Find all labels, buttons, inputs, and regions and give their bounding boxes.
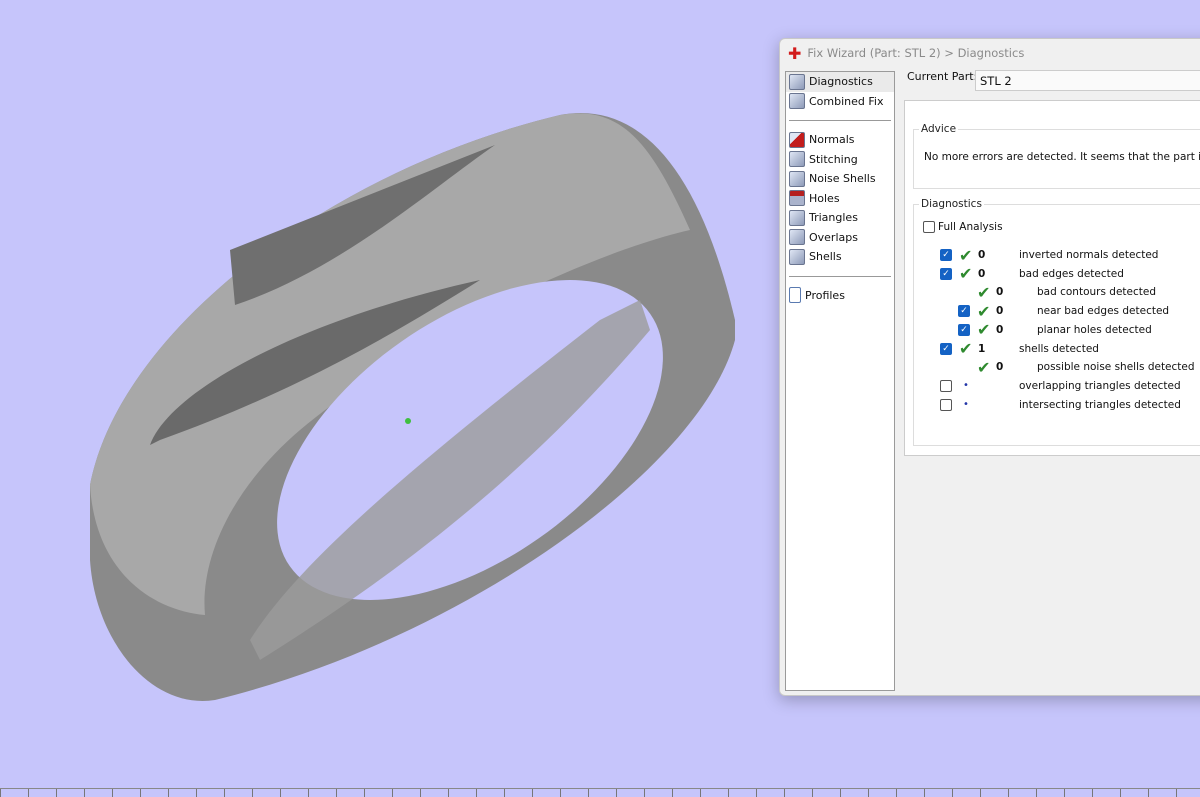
diagnostic-checkbox[interactable] [940,398,952,411]
normals-icon [789,131,805,148]
diagnostic-label: bad edges detected [1019,267,1124,280]
ring-model [90,113,735,701]
diagnostic-row: ✓ ✔ 0 inverted normals detected [914,245,1200,265]
nav-item-shells[interactable]: Shells [786,247,894,267]
advice-legend: Advice [921,123,957,135]
nav-item-diagnostics[interactable]: Diagnostics [786,72,894,92]
nav-item-overlaps[interactable]: Overlaps [786,228,894,248]
nav-item-holes[interactable]: Holes [786,189,894,209]
nav-label: Normals [809,133,855,147]
diagnostic-checkbox[interactable]: ✓ [958,305,970,318]
current-part-label: Current Part: [907,70,978,83]
wizard-nav: Diagnostics Combined Fix Normals Stitchi… [785,71,895,691]
diagnostic-label: planar holes detected [1037,323,1152,336]
holes-icon [789,190,805,207]
diagnostic-label: overlapping triangles detected [1019,379,1181,392]
fix-wizard-window: ✚ Fix Wizard (Part: STL 2) > Diagnostics… [779,38,1200,696]
stitching-icon [789,151,805,168]
diagnostics-legend: Diagnostics [921,198,982,210]
diagnostic-checkbox[interactable] [940,379,952,392]
diagnostic-label: bad contours detected [1037,286,1156,299]
nav-item-profiles[interactable]: Profiles [786,286,894,306]
magnifier-icon [789,73,805,90]
diagnostic-row: ✓ ✔ 1 shells detected [914,339,1200,358]
divider [789,120,891,121]
advice-group: Advice No more errors are detected. It s… [913,123,1200,189]
window-title: Fix Wizard (Part: STL 2) > Diagnostics [807,46,1025,60]
checkbox[interactable] [923,221,935,233]
diagnostic-count: 0 [996,286,1004,299]
diagnostic-row: ✓ ✔ 0 bad edges detected [914,264,1200,284]
diagnostic-label: near bad edges detected [1037,305,1170,318]
diagnostic-row: ✔ 0 bad contours detected [914,282,1200,302]
diagnostic-label: possible noise shells detected [1037,361,1195,374]
nav-label: Overlaps [809,230,858,244]
pending-dot-icon: • [963,380,969,392]
nav-label: Diagnostics [809,75,873,89]
nav-label: Profiles [805,288,845,302]
diagnostic-count: 0 [996,305,1004,318]
document-icon [789,287,801,304]
nav-item-combined-fix[interactable]: Combined Fix [786,92,894,112]
diagnostic-count: 0 [978,267,986,280]
diagnostic-count: 0 [978,249,986,261]
triangles-icon [789,209,805,226]
diagnostics-group: Diagnostics Full Analysis ✓ ✔ 0 inverted no… [913,198,1200,446]
diagnostic-checkbox[interactable]: ✓ [940,342,952,355]
nav-item-stitching[interactable]: Stitching [786,150,894,170]
noise-shells-icon [789,170,805,187]
green-check-icon: ✔ [977,301,991,321]
nav-label: Stitching [809,152,858,166]
current-part-field[interactable]: STL 2 [975,70,1200,91]
green-check-icon: ✔ [977,282,991,302]
nav-label: Combined Fix [809,94,884,108]
diagnostic-count: 1 [978,342,986,355]
diagnostic-count: 0 [996,361,1004,374]
green-check-icon: ✔ [977,357,991,377]
nav-label: Triangles [809,211,858,225]
nav-item-triangles[interactable]: Triangles [786,208,894,228]
shells-icon [789,248,805,265]
diagnostic-label: inverted normals detected [1019,249,1159,261]
diagnostic-checkbox[interactable]: ✓ [940,249,952,261]
ruler [0,788,1200,797]
diagnostic-count: 0 [996,323,1004,336]
divider [789,275,891,277]
pending-dot-icon: • [963,399,969,411]
diagnostic-row: ✔ 0 possible noise shells detected [914,357,1200,377]
green-check-icon: ✔ [959,245,973,265]
diagnostic-label: shells detected [1019,342,1099,355]
diagnostic-row: ✓ ✔ 0 planar holes detected [914,320,1200,340]
red-cross-icon: ✚ [788,43,802,63]
nav-label: Noise Shells [809,172,876,186]
nav-label: Holes [809,191,840,205]
advice-text: No more errors are detected. It seems th… [924,151,1200,163]
diagnostic-label: intersecting triangles detected [1019,398,1181,411]
full-analysis-checkbox[interactable]: Full Analysis [923,218,1003,236]
diagnostic-row: • overlapping triangles detected [914,377,1200,395]
overlaps-icon [789,229,805,246]
diagnostic-row: ✓ ✔ 0 near bad edges detected [914,301,1200,321]
nav-label: Shells [809,250,842,264]
green-check-icon: ✔ [959,264,973,284]
nav-item-noise-shells[interactable]: Noise Shells [786,169,894,189]
green-check-icon: ✔ [977,320,991,340]
diagnostics-panel: Advice No more errors are detected. It s… [904,100,1200,456]
full-analysis-label: Full Analysis [938,221,1003,233]
cube-icon [789,93,805,110]
green-check-icon: ✔ [959,339,973,358]
title-bar[interactable]: ✚ Fix Wizard (Part: STL 2) > Diagnostics [780,39,1200,67]
diagnostic-checkbox[interactable]: ✓ [958,323,970,336]
diagnostic-checkbox[interactable]: ✓ [940,267,952,280]
diagnostic-row: • intersecting triangles detected [914,396,1200,414]
nav-item-normals[interactable]: Normals [786,130,894,150]
